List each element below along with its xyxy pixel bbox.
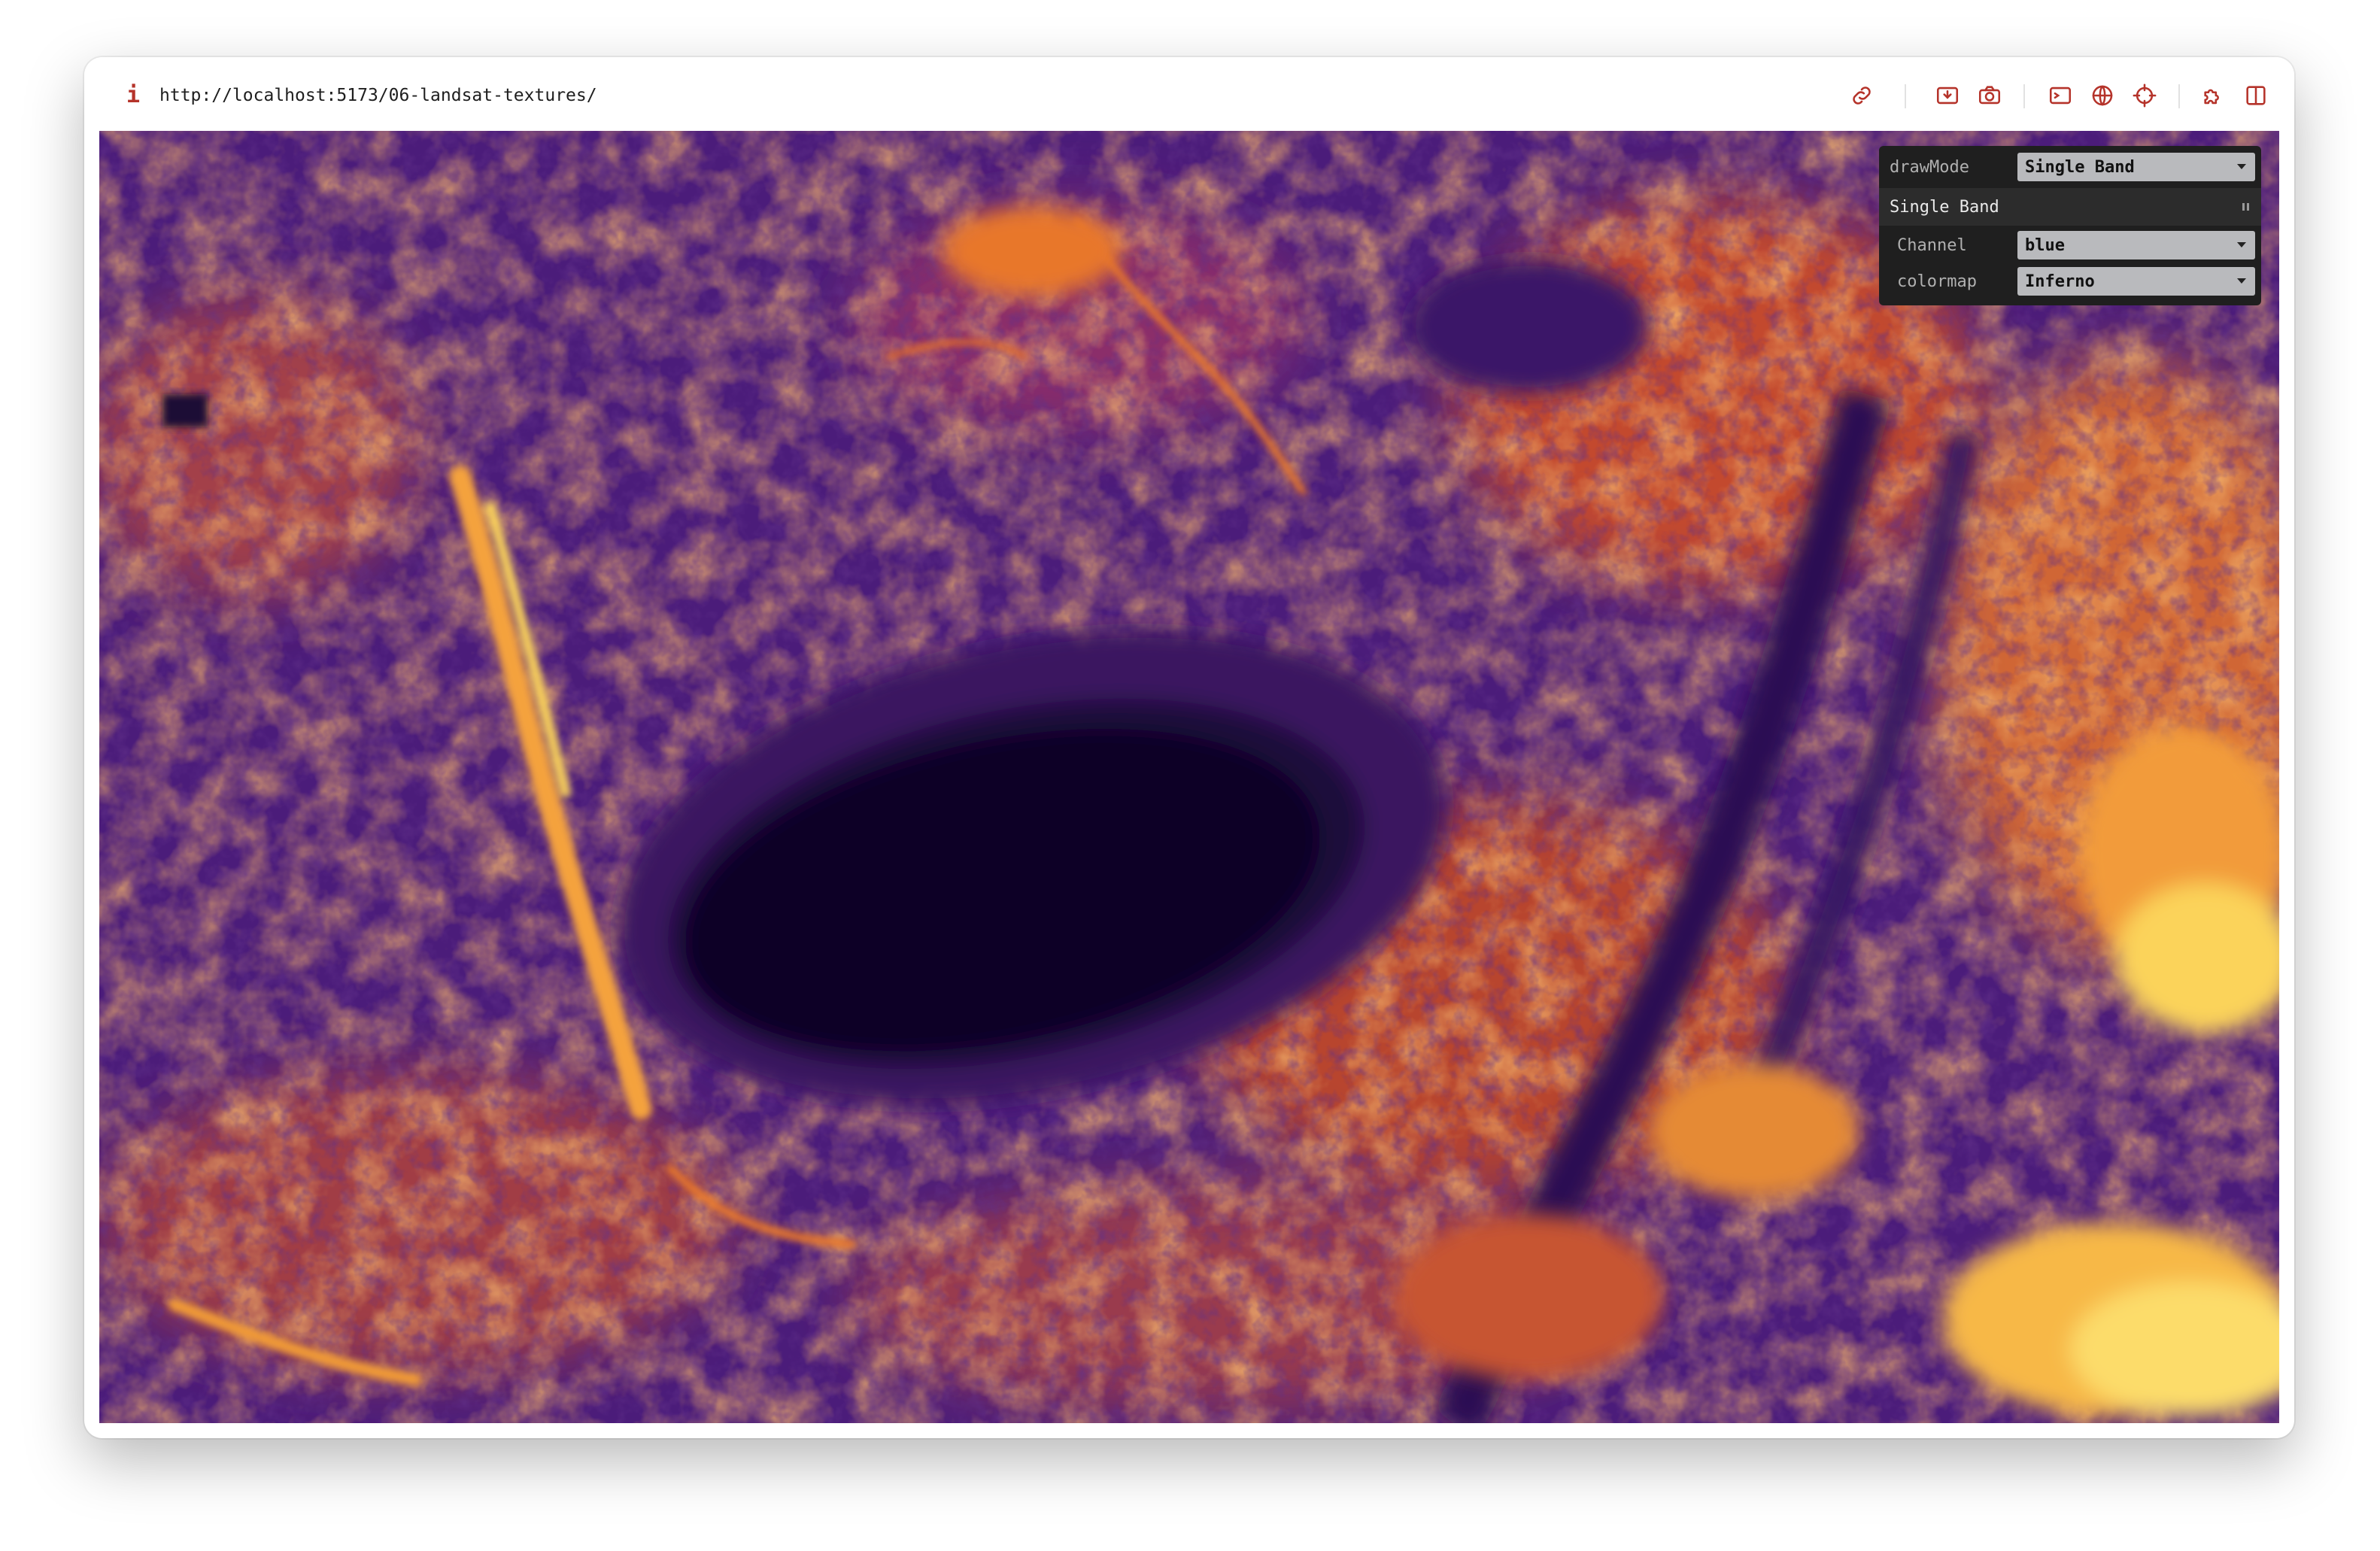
toolbar-divider [2023,84,2025,108]
camera-icon[interactable] [1977,83,2002,108]
browser-window: i http://localhost:5173/06-landsat-textu… [84,57,2294,1438]
address-bar[interactable]: http://localhost:5173/06-landsat-texture… [159,83,597,108]
info-icon[interactable]: i [126,84,144,107]
toolbar-divider [1905,84,1906,108]
channel-value: blue [2025,235,2065,255]
crosshair-icon[interactable] [2132,83,2157,108]
colormap-select[interactable]: Inferno [2017,267,2255,296]
extension-icon[interactable] [2201,83,2227,108]
channel-row: Channel blue [1879,227,2261,263]
channel-select[interactable]: blue [2017,231,2255,260]
toolbar-divider [2178,84,2180,108]
drawmode-label: drawMode [1890,157,1969,177]
split-view-icon[interactable] [2243,83,2269,108]
drawmode-value: Single Band [2025,157,2135,177]
folder-title: Single Band [1890,197,1999,217]
drag-handle-icon[interactable] [2242,202,2251,212]
drawmode-row: drawMode Single Band [1879,149,2261,185]
settings-panel: drawMode Single Band Single Band Channel… [1879,146,2261,305]
drawmode-select[interactable]: Single Band [2017,153,2255,181]
download-icon[interactable] [1935,83,1960,108]
single-band-folder[interactable]: Single Band [1879,188,2261,226]
globe-icon[interactable] [2090,83,2115,108]
landsat-texture-image [99,131,2279,1423]
colormap-value: Inferno [2025,272,2095,291]
colormap-label: colormap [1897,272,1977,291]
terminal-icon[interactable] [2048,83,2073,108]
channel-label: Channel [1897,235,1967,255]
link-icon[interactable] [1849,83,1875,108]
chevron-down-icon [2237,242,2246,247]
chevron-down-icon [2237,164,2246,169]
browser-toolbar: i http://localhost:5173/06-landsat-textu… [84,57,2294,131]
landsat-map-canvas[interactable]: drawMode Single Band Single Band Channel… [99,131,2279,1423]
colormap-row: colormap Inferno [1879,263,2261,299]
chevron-down-icon [2237,278,2246,284]
